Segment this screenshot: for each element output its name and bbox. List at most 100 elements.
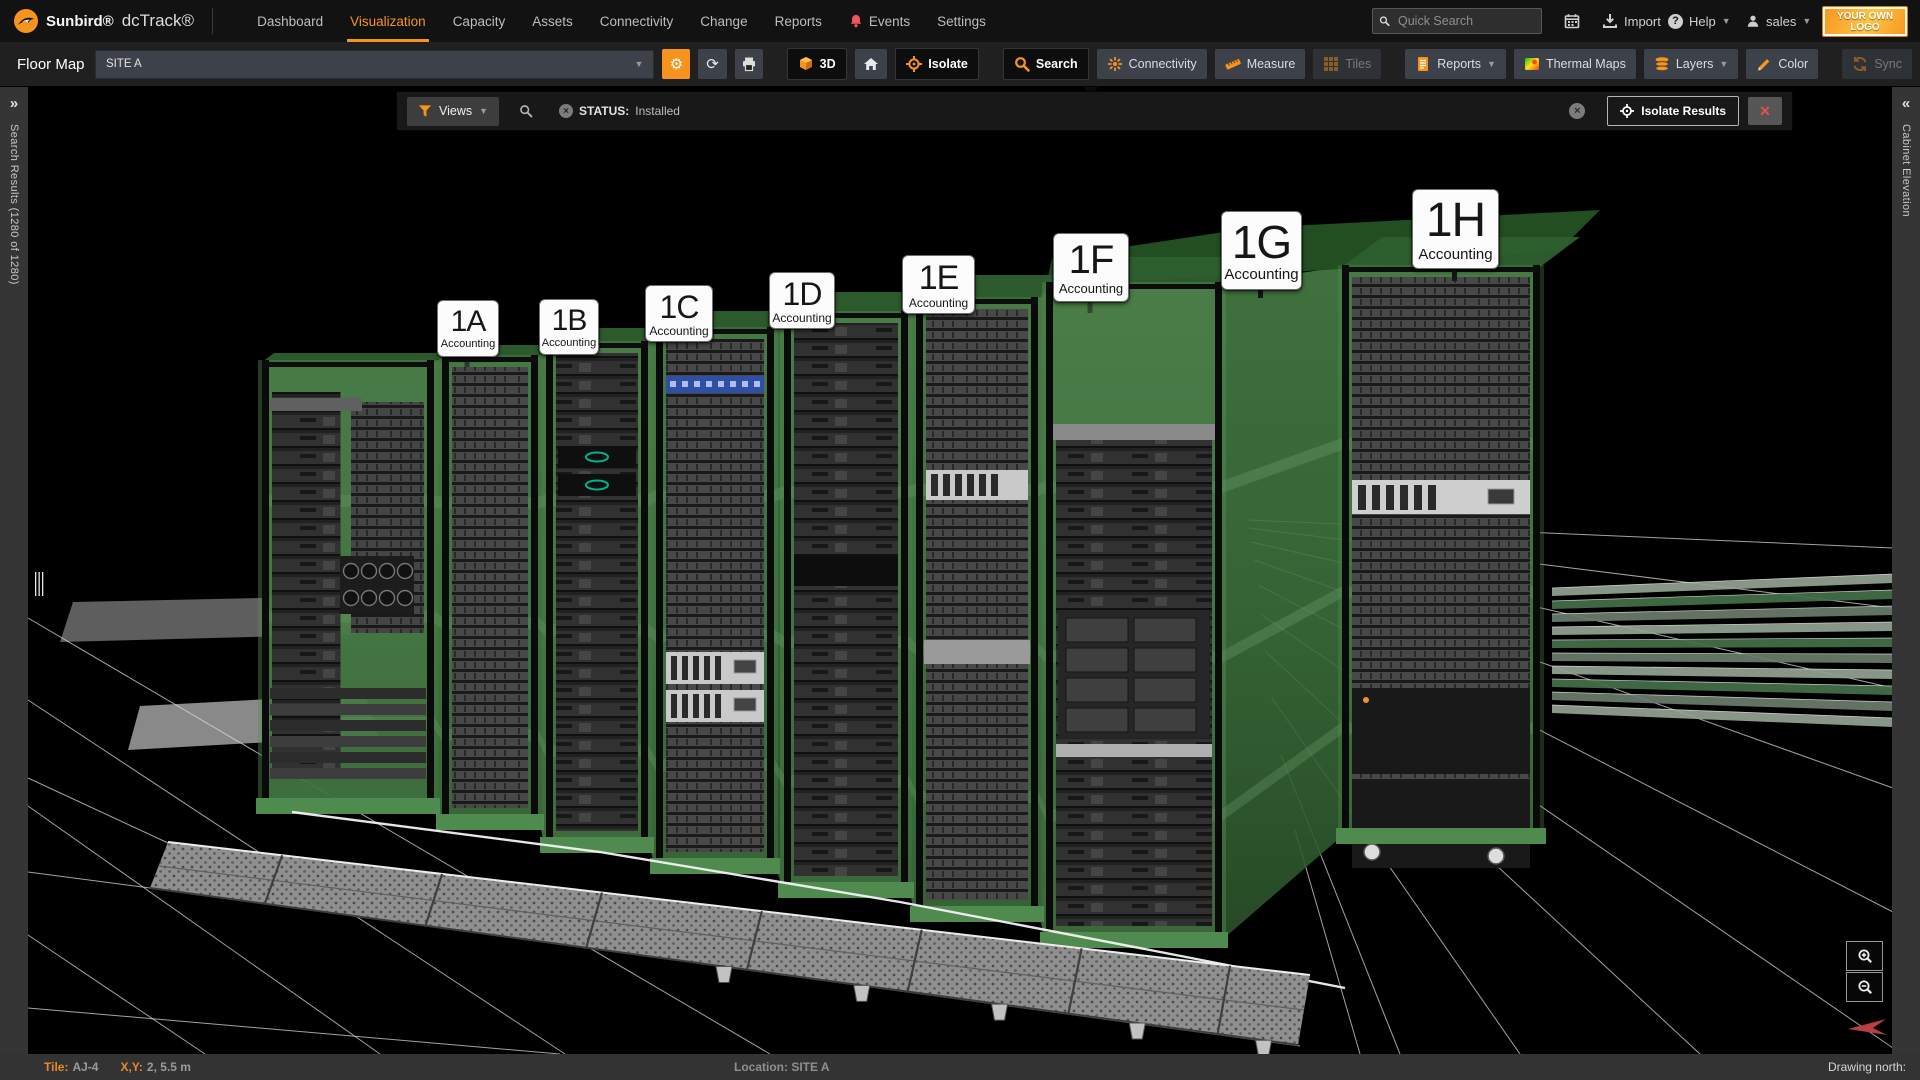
layers-dropdown-button[interactable]: Layers ▼ [1644,49,1738,79]
calendar-button[interactable] [1564,0,1580,42]
views-dropdown-button[interactable]: Views ▼ [407,97,499,126]
cabinet-label-1G[interactable]: 1GAccounting [1221,211,1302,290]
isolate-button[interactable]: Isolate [895,48,979,80]
target-icon [906,56,922,72]
cabinet-group: Accounting [1413,247,1498,262]
zoom-out-icon [1857,979,1873,995]
nav-item-settings[interactable]: Settings [937,0,986,42]
cabinet-id: 1A [438,307,498,337]
home-icon [863,56,879,72]
floor-map-3d-viewport[interactable] [0,0,1920,1080]
nav-item-capacity[interactable]: Capacity [453,0,506,42]
reports-dropdown-button[interactable]: Reports ▼ [1405,49,1506,79]
user-icon [1746,14,1760,28]
search-button[interactable]: Search [1003,48,1089,80]
filter-chip-status: × STATUS: Installed [559,104,680,118]
brush-icon [1756,56,1772,72]
cabinet-id: 1F [1054,240,1128,280]
cabinet-group: Accounting [770,312,834,324]
button-3d[interactable]: 3D [787,48,847,80]
zoom-out-button[interactable] [1846,972,1883,1002]
cabinet-label-1H[interactable]: 1H Accounting [1412,189,1499,269]
download-icon [1602,13,1618,29]
main-menu: Dashboard Visualization Capacity Assets … [257,0,1013,42]
cabinet-label-1D[interactable]: 1D Accounting [769,272,835,329]
color-button[interactable]: Color [1746,49,1818,79]
zoom-controls [1846,941,1883,1002]
nav-item-reports[interactable]: Reports [775,0,822,42]
status-bar: Tile:AJ-4 X,Y:2, 5.5 m Location: SITE A … [0,1054,1920,1080]
cabinet-label-1C[interactable]: 1CAccounting [645,285,713,342]
search-filter-bar: Views ▼ × STATUS: Installed × Isolate Re… [396,91,1793,131]
magnifier-icon [1014,56,1030,72]
chevron-down-icon: ▼ [1487,59,1496,69]
nav-item-dashboard[interactable]: Dashboard [257,0,323,42]
cube-3d-icon [798,56,814,72]
cabinet-id: 1H [1413,197,1498,245]
tiles-button[interactable]: Tiles [1313,49,1381,79]
nav-item-visualization[interactable]: Visualization [350,0,426,42]
help-icon: ? [1668,14,1683,29]
top-navigation: Sunbird® dcTrack® Dashboard Visualizatio… [0,0,1920,43]
connectivity-button[interactable]: Connectivity [1097,49,1207,79]
chevron-down-icon: ▼ [1722,16,1731,26]
isolate-results-button[interactable]: Isolate Results [1607,96,1739,126]
bell-icon [849,14,863,28]
settings-gear-button[interactable]: ⚙ [662,49,690,79]
xy-readout: X,Y:2, 5.5 m [120,1060,190,1074]
nav-item-events[interactable]: Events [849,0,910,42]
brand-name: Sunbird® [46,13,114,30]
expand-panel-icon[interactable]: « [1902,95,1910,112]
cabinet-id: 1E [903,261,974,295]
document-icon [1415,56,1431,72]
measure-button[interactable]: Measure [1215,49,1306,79]
starburst-icon [1107,56,1123,72]
location-readout: Location: SITE A [734,1060,830,1074]
clear-search-icon[interactable]: × [1569,103,1585,119]
refresh-icon: ⟳ [706,57,719,72]
search-icon [1379,14,1390,28]
thermal-maps-button[interactable]: Thermal Maps [1514,49,1636,79]
funnel-icon [418,104,432,118]
cabinet-id: 1B [540,306,598,336]
nav-item-connectivity[interactable]: Connectivity [600,0,674,42]
cabinet-group: Accounting [646,325,712,337]
divider [212,8,213,34]
import-button[interactable]: Import [1602,0,1661,42]
cabinet-group: Accounting [903,297,974,309]
refresh-button[interactable]: ⟳ [698,49,726,79]
user-menu[interactable]: sales ▼ [1746,0,1811,42]
print-button[interactable] [735,49,763,79]
cabinet-label-1E[interactable]: 1E Accounting [902,255,975,314]
custom-logo-badge[interactable]: YOUR OWN LOGO [1822,6,1908,37]
nav-item-change[interactable]: Change [700,0,747,42]
zoom-in-button[interactable] [1846,941,1883,971]
remove-filter-icon[interactable]: × [559,104,573,118]
cabinet-id: 1D [770,278,834,310]
cabinet-id: 1G [1222,219,1301,265]
cabinet-elevation-panel-title: Cabinet Elevation [1900,124,1912,217]
cabinet-group: Accounting [438,339,498,350]
search-results-panel-collapsed: » Search Results (1280 of 1280) [0,87,28,1054]
chevron-down-icon: ▼ [479,106,488,116]
cabinet-label-1F[interactable]: 1F Accounting [1053,233,1129,302]
site-selector[interactable]: SITE A ▼ [95,50,654,79]
zoom-in-icon [1857,948,1873,964]
home-button[interactable] [855,49,888,79]
drawing-north-label: Drawing north: [1828,1060,1906,1074]
brand-logo[interactable]: Sunbird® dcTrack® [0,0,213,42]
nav-item-assets[interactable]: Assets [532,0,573,42]
sync-button[interactable]: Sync [1842,49,1912,79]
sunbird-logo-icon [13,8,39,34]
expand-panel-icon[interactable]: » [10,95,18,112]
help-menu[interactable]: ? Help ▼ [1668,0,1731,42]
floor-map-toolbar: Floor Map SITE A ▼ ⚙ ⟳ 3D Isolate [0,42,1920,87]
chevron-down-icon: ▼ [1719,59,1728,69]
calendar-icon [1564,13,1580,29]
cabinet-group: Accounting [1054,282,1128,295]
quick-search-input[interactable] [1396,13,1535,29]
cabinet-label-1B[interactable]: 1BAccounting [539,299,599,355]
close-search-button[interactable]: × [1748,97,1782,125]
cabinet-label-1A[interactable]: 1A Accounting [437,300,499,357]
layers-icon [1654,56,1670,72]
